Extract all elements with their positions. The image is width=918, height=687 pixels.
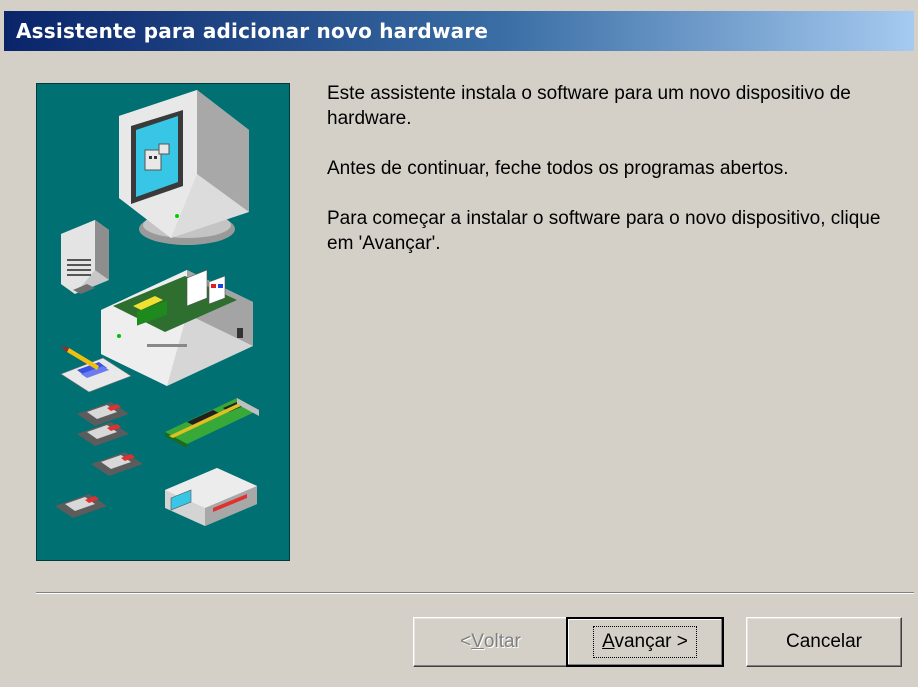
back-button[interactable]: < Voltar bbox=[413, 617, 568, 667]
cancel-button-label: Cancelar bbox=[785, 631, 863, 652]
back-button-accelerator: V bbox=[471, 631, 484, 652]
wizard-content: Este assistente instala o software para … bbox=[327, 81, 907, 281]
floppy-disk-icon bbox=[55, 402, 143, 518]
separator-line bbox=[36, 592, 914, 594]
back-button-label: oltar bbox=[483, 631, 521, 652]
wizard-window: Assistente para adicionar novo hardware bbox=[0, 0, 918, 687]
next-button-focus: Avançar > bbox=[593, 626, 697, 658]
instructions-text: Para começar a instalar o software para … bbox=[327, 208, 881, 254]
monitor-icon bbox=[119, 90, 249, 245]
computer-case-icon bbox=[101, 269, 253, 386]
wizard-illustration bbox=[36, 83, 290, 561]
expansion-card-icon bbox=[165, 398, 259, 448]
next-button-accelerator: A bbox=[602, 631, 615, 652]
back-button-prefix: < bbox=[460, 631, 472, 652]
window-title: Assistente para adicionar novo hardware bbox=[16, 19, 489, 43]
title-bar[interactable]: Assistente para adicionar novo hardware bbox=[4, 11, 914, 51]
next-button[interactable]: Avançar > bbox=[566, 617, 724, 667]
speaker-icon bbox=[61, 220, 109, 294]
cancel-button[interactable]: Cancelar bbox=[746, 617, 902, 667]
next-button-label: vançar > bbox=[614, 631, 688, 652]
intro-text: Este assistente instala o software para … bbox=[327, 83, 851, 129]
modem-icon bbox=[165, 468, 257, 526]
close-programs-text: Antes de continuar, feche todos os progr… bbox=[327, 158, 789, 179]
